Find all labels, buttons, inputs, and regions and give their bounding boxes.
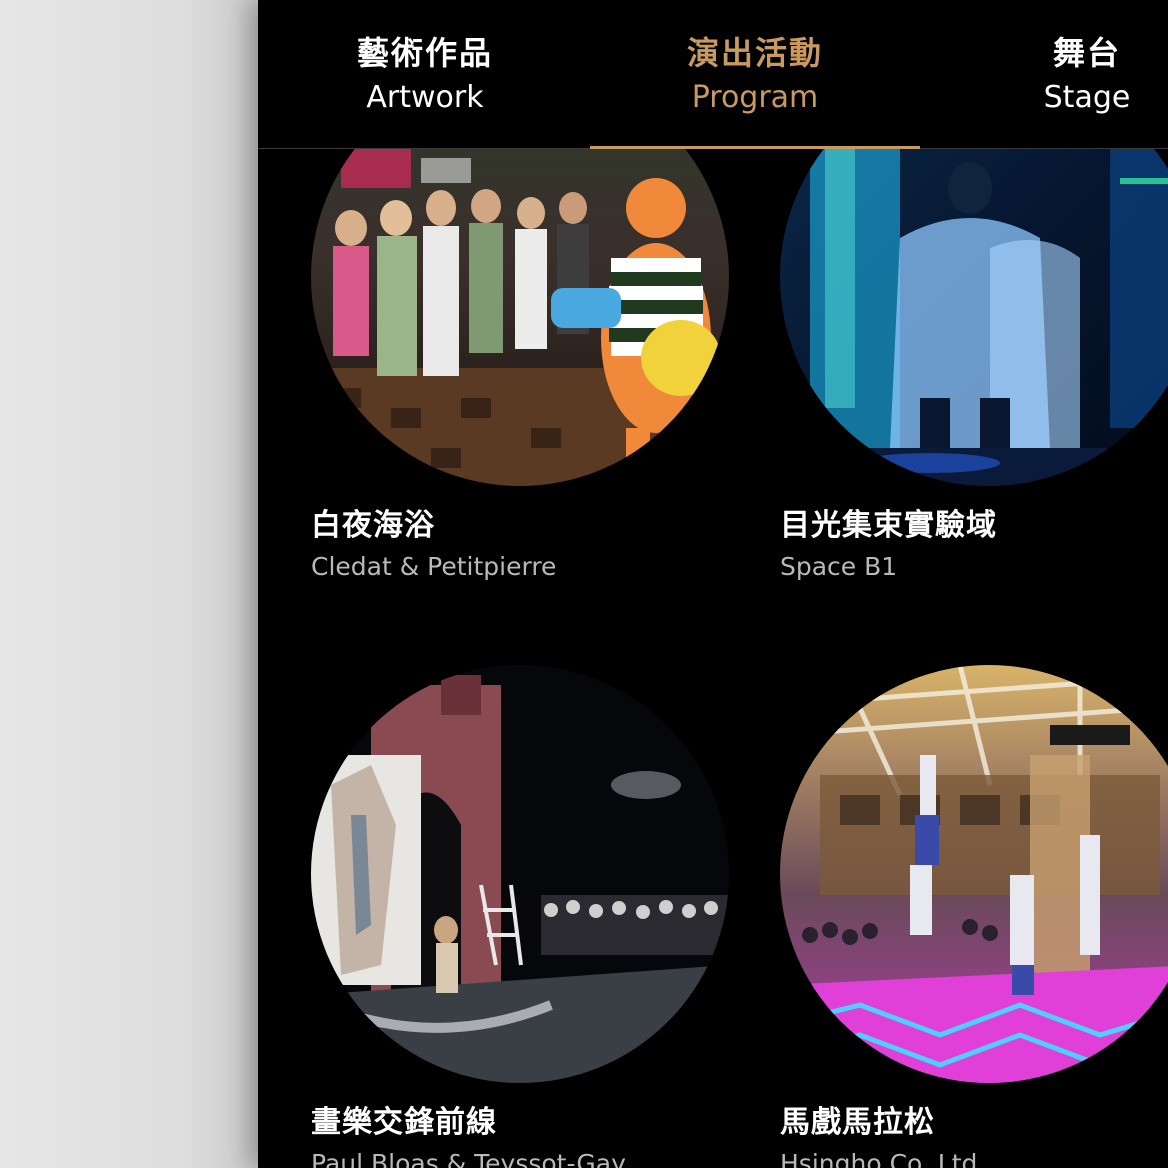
program-title: 目光集束實驗域 (780, 508, 997, 543)
app-screen: 白夜海浴 Cledat & Petitpierre 目光集束實驗域 Space … (258, 0, 1168, 1168)
acrobatics-photo (780, 665, 1168, 1083)
tab-label-en: Program (691, 80, 819, 115)
tab-label-zh: 演出活動 (686, 34, 823, 72)
program-artist: Cledat & Petitpierre (311, 552, 557, 581)
program-list[interactable]: 白夜海浴 Cledat & Petitpierre 目光集束實驗域 Space … (258, 0, 1168, 1168)
tab-artwork[interactable]: 藝術作品 Artwork (260, 0, 590, 148)
tab-stage[interactable]: 舞台 Stage (922, 0, 1168, 148)
program-title: 馬戲馬拉松 (780, 1105, 935, 1140)
background-panel (0, 0, 258, 1168)
program-artist: Paul Bloas & Teyssot-Gay (311, 1149, 626, 1168)
program-artist: Hsingho Co. Ltd. (780, 1149, 986, 1168)
night-mural-photo (311, 665, 729, 1083)
category-tabbar: 藝術作品 Artwork 演出活動 Program 舞台 Stage (258, 0, 1168, 149)
active-tab-indicator (590, 146, 920, 149)
program-card[interactable]: 馬戲馬拉松 Hsingho Co. Ltd. (780, 665, 1168, 1168)
tab-label-en: Artwork (366, 80, 484, 115)
tab-label-zh: 藝術作品 (356, 34, 493, 72)
program-photo[interactable] (780, 665, 1168, 1083)
tab-label-en: Stage (1043, 80, 1131, 115)
program-title: 白夜海浴 (311, 508, 435, 543)
program-photo[interactable] (311, 665, 729, 1083)
program-artist: Space B1 (780, 552, 898, 581)
tab-program[interactable]: 演出活動 Program (590, 0, 920, 148)
program-title: 畫樂交鋒前線 (311, 1105, 497, 1140)
program-card[interactable]: 畫樂交鋒前線 Paul Bloas & Teyssot-Gay (311, 665, 741, 1168)
tab-label-zh: 舞台 (1052, 34, 1121, 72)
